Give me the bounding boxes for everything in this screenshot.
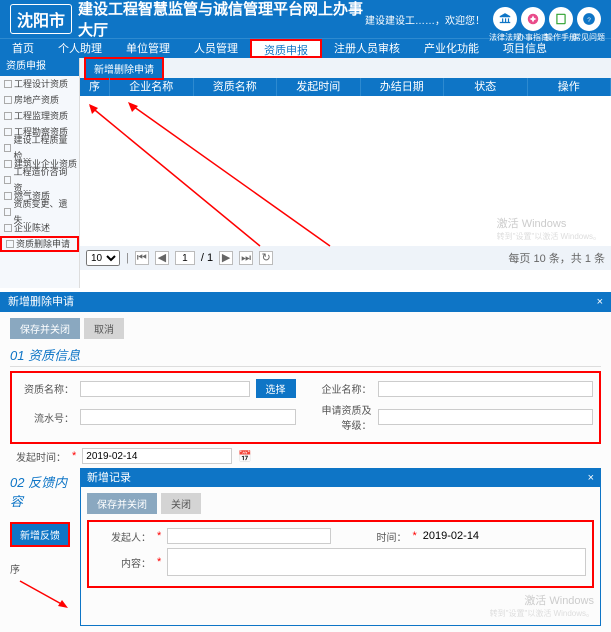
dialog-title: 新增删除申请: [8, 292, 74, 312]
page-input[interactable]: [175, 251, 195, 265]
input-nr[interactable]: [167, 548, 586, 576]
inner-save-button[interactable]: 保存并关闭: [87, 493, 157, 514]
qualification-form: 资质名称： 选择 企业名称： 流水号： 申请资质及等级：: [10, 371, 601, 444]
checkbox-icon: [4, 192, 12, 200]
sidebar-item-4[interactable]: 建设工程质量检…: [0, 140, 79, 156]
dialog-new-delete-request: 新增删除申请 × 保存并关闭 取消 01 资质信息 资质名称： 选择 企业名称：: [0, 288, 611, 632]
checkbox-icon: [4, 80, 12, 88]
checkbox-icon: [4, 144, 11, 152]
label-qymc: 企业名称：: [316, 381, 372, 396]
input-qymc[interactable]: [378, 381, 594, 397]
checkbox-icon: [6, 240, 14, 248]
header-icons: 法律法规办事指南操作手册?常见问题: [493, 7, 601, 31]
book-icon[interactable]: 操作手册: [549, 7, 573, 31]
sidebar-item-1[interactable]: 房地产资质: [0, 92, 79, 108]
th-2: 资质名称: [194, 78, 278, 96]
page-size-select[interactable]: 10: [86, 250, 120, 266]
section-2-title: 02 反馈内容: [10, 472, 80, 512]
checkbox-icon: [4, 160, 12, 168]
first-page-button[interactable]: ⏮: [135, 251, 149, 265]
th-4: 办结日期: [361, 78, 445, 96]
th-1: 企业名称: [110, 78, 194, 96]
input-lsh[interactable]: [80, 409, 296, 425]
input-sqzzjdj[interactable]: [378, 409, 594, 425]
checkbox-icon: [4, 208, 11, 216]
calendar-icon[interactable]: 📅: [238, 450, 252, 463]
city-badge: 沈阳市: [10, 4, 72, 34]
cancel-button[interactable]: 取消: [84, 318, 124, 339]
section-1-title: 01 资质信息: [10, 345, 601, 367]
prev-page-button[interactable]: ◀: [155, 251, 169, 265]
inner-dialog-add-record: 新增记录 × 保存并关闭 关闭 发起人： *: [80, 468, 601, 626]
welcome-text: 建设建设工……，欢迎您！: [365, 12, 485, 27]
dialog-close-button[interactable]: ×: [597, 292, 603, 312]
watermark2: 激活 Windows 转到"设置"以激活 Windows。: [87, 592, 594, 619]
svg-text:?: ?: [587, 17, 591, 24]
page-total: / 1: [201, 252, 213, 264]
nav-item-1[interactable]: 个人助理: [46, 39, 114, 58]
sidebar-item-6[interactable]: 工程造价咨询资…: [0, 172, 79, 188]
th-3: 发起时间: [277, 78, 361, 96]
nav-item-5[interactable]: 注册人员审核: [322, 39, 412, 58]
nav-item-0[interactable]: 首页: [0, 39, 46, 58]
pager-summary: 每页 10 条，共 1 条: [508, 250, 605, 266]
refresh-button[interactable]: ↻: [259, 251, 273, 265]
inner-close-button[interactable]: ×: [588, 469, 594, 487]
nav-item-4[interactable]: 资质申报: [250, 39, 322, 58]
inner-form: 发起人： * 时间： * 2019-02-14: [87, 520, 594, 588]
last-page-button[interactable]: ⏭: [239, 251, 253, 265]
sidebar-header: 资质申报: [0, 58, 79, 76]
content-area: 新增删除申请 序企业名称资质名称发起时间办结日期状态操作 激活 Windows …: [80, 58, 611, 288]
sidebar-item-2[interactable]: 工程监理资质: [0, 108, 79, 124]
new-delete-request-button[interactable]: 新增删除申请: [84, 57, 164, 80]
add-feedback-button[interactable]: 新增反馈: [10, 522, 70, 547]
th-0: 序: [80, 78, 110, 96]
th-5: 状态: [444, 78, 528, 96]
sidebar: 资质申报 工程设计资质房地产资质工程监理资质工程勘察资质建设工程质量检…建筑业企…: [0, 58, 80, 288]
checkbox-icon: [4, 224, 12, 232]
nav-item-3[interactable]: 人员管理: [182, 39, 250, 58]
label-lsh: 流水号：: [18, 410, 74, 425]
app-title: 建设工程智慧监管与诚信管理平台网上办事大厅: [78, 0, 365, 40]
pager: 10 | ⏮ ◀ / 1 ▶ ⏭ ↻ 每页 10 条，共 1 条: [80, 246, 611, 270]
watermark: 激活 Windows 转到"设置"以激活 Windows。: [497, 215, 601, 242]
label-fqsj: 发起时间：: [10, 449, 66, 464]
sidebar-item-10[interactable]: 资质删除申请: [0, 236, 79, 252]
checkbox-icon: [4, 176, 11, 184]
save-close-button[interactable]: 保存并关闭: [10, 318, 80, 339]
sidebar-item-0[interactable]: 工程设计资质: [0, 76, 79, 92]
sidebar-item-8[interactable]: 资质变更、遗失…: [0, 204, 79, 220]
content-toolbar: 新增删除申请: [80, 58, 611, 78]
label-zzmc: 资质名称：: [18, 381, 74, 396]
required-star: *: [72, 450, 76, 462]
label-nr: 内容：: [95, 555, 151, 570]
next-page-button[interactable]: ▶: [219, 251, 233, 265]
checkbox-icon: [4, 112, 12, 120]
nav-item-2[interactable]: 单位管理: [114, 39, 182, 58]
input-zzmc[interactable]: [80, 381, 250, 397]
inner-dialog-title: 新增记录: [87, 469, 131, 487]
table-body: 激活 Windows 转到"设置"以激活 Windows。: [80, 96, 611, 246]
question-icon[interactable]: ?常见问题: [577, 7, 601, 31]
th-6: 操作: [528, 78, 611, 96]
label-fqr: 发起人：: [95, 529, 151, 544]
checkbox-icon: [4, 96, 12, 104]
input-fqsj[interactable]: [82, 448, 232, 464]
input-fqr[interactable]: [167, 528, 330, 544]
label-sj: 时间：: [351, 529, 407, 544]
checkbox-icon: [4, 128, 12, 136]
table-header: 序企业名称资质名称发起时间办结日期状态操作: [80, 78, 611, 96]
compass-icon[interactable]: 办事指南: [521, 7, 545, 31]
value-sj: 2019-02-14: [423, 530, 479, 542]
scale-icon[interactable]: 法律法规: [493, 7, 517, 31]
label-sqzzjdj: 申请资质及等级：: [316, 402, 372, 432]
select-button[interactable]: 选择: [256, 379, 296, 398]
inner-cancel-button[interactable]: 关闭: [161, 493, 201, 514]
nav-item-6[interactable]: 产业化功能: [412, 39, 491, 58]
